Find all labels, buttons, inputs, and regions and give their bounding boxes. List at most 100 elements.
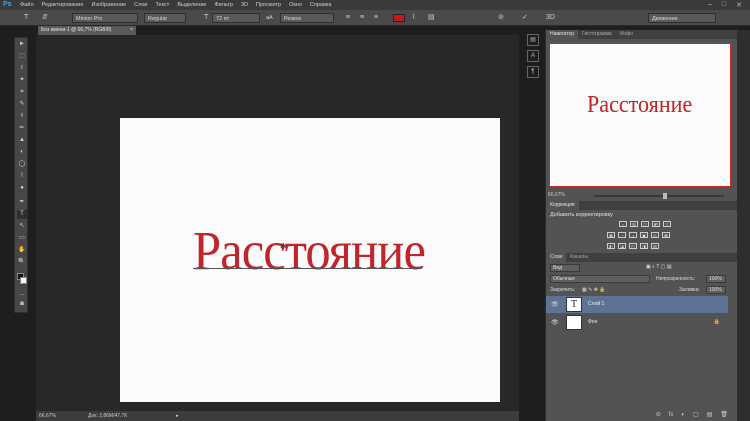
curves-icon[interactable]: ◫ [641, 221, 649, 227]
layer-filter-icons[interactable]: ▣ ◐ T ▢ ▤ [646, 264, 672, 270]
menu-layer[interactable]: Слои [130, 0, 151, 10]
tab-adjustments[interactable]: Коррекция [546, 201, 579, 210]
workspace-select[interactable]: Движение [648, 13, 716, 23]
gradient-map-icon[interactable]: ◨ [640, 243, 648, 249]
layer-style-icon[interactable]: fx [669, 410, 674, 421]
menu-view[interactable]: Просмотр [252, 0, 285, 10]
background-color[interactable] [20, 277, 27, 284]
blur-tool-icon[interactable]: ● [17, 184, 27, 193]
hand-tool-icon[interactable]: ✋ [17, 246, 27, 255]
navigator-zoom-slider[interactable] [594, 193, 724, 199]
status-zoom[interactable]: 66,67% [39, 411, 56, 421]
color-lookup-icon[interactable]: ▩ [662, 232, 670, 238]
eye-icon[interactable]: 👁 [551, 319, 559, 326]
canvas-text-layer[interactable]: Расстояние [193, 219, 426, 282]
crop-tool-icon[interactable]: ⌗ [17, 88, 27, 97]
menu-edit[interactable]: Редактирование [38, 0, 88, 10]
mask-icon[interactable]: ▢ [693, 410, 699, 421]
close-icon[interactable]: ✕ [736, 1, 742, 9]
type-tool-icon[interactable]: T [24, 13, 28, 23]
vibrance-icon[interactable]: ▽ [663, 221, 671, 227]
selective-color-icon[interactable]: ▨ [651, 243, 659, 249]
commit-icon[interactable]: ✓ [522, 13, 528, 23]
color-swatches[interactable] [17, 273, 27, 285]
marquee-tool-icon[interactable]: ⬚ [17, 52, 27, 61]
link-layers-icon[interactable]: ⊝ [656, 410, 661, 421]
tab-layers[interactable]: Слои [546, 253, 567, 262]
tab-histogram[interactable]: Гистограмма [578, 30, 616, 39]
document-canvas[interactable]: Расстояние ✱ [120, 118, 500, 402]
navigator-zoom-thumb[interactable] [663, 193, 668, 199]
posterize-icon[interactable]: ◪ [618, 243, 626, 249]
menu-help[interactable]: Справка [306, 0, 336, 10]
lock-icons[interactable]: ▦ ✎ ✥ 🔒 [582, 287, 606, 293]
new-layer-icon[interactable]: ▤ [707, 410, 713, 421]
maximize-icon[interactable]: □ [722, 1, 726, 9]
layer-name[interactable]: Фон [588, 319, 597, 325]
align-right-icon[interactable]: ≡ [374, 13, 378, 23]
3d-text-icon[interactable]: 3D [546, 13, 555, 23]
history-panel-icon[interactable]: ▤ [527, 34, 539, 46]
align-left-icon[interactable]: ≡ [346, 13, 350, 23]
rectangle-tool-icon[interactable]: ▭ [17, 234, 27, 243]
trash-icon[interactable]: 🗑 [720, 410, 728, 421]
opacity-input[interactable]: 100% [706, 275, 726, 283]
black-white-icon[interactable]: ◑ [629, 232, 637, 238]
gradient-tool-icon[interactable]: ⌇ [17, 172, 27, 181]
blend-mode-select[interactable]: Обычные [550, 275, 650, 283]
text-color-swatch[interactable] [393, 14, 405, 22]
exposure-icon[interactable]: ◩ [652, 221, 660, 227]
menu-select[interactable]: Выделение [173, 0, 210, 10]
minimize-icon[interactable]: – [708, 1, 712, 9]
align-center-icon[interactable]: ≡ [360, 13, 364, 23]
paragraph-panel-icon[interactable]: ¶ [527, 66, 539, 78]
menu-image[interactable]: Изображение [87, 0, 130, 10]
font-family-select[interactable]: Minion Pro [72, 13, 138, 23]
zoom-tool-icon[interactable]: 🔍 [17, 258, 27, 267]
menu-type[interactable]: Текст [151, 0, 173, 10]
navigator-zoom-value[interactable]: 66,67% [548, 191, 565, 200]
layer-filter-select[interactable]: Вид [550, 264, 580, 272]
lasso-tool-icon[interactable]: ℓ [17, 64, 27, 73]
document-tab[interactable]: Без имени-1 @ 66,7% (RGB/8) × [38, 26, 136, 35]
eye-icon[interactable]: 👁 [551, 301, 559, 308]
path-selection-tool-icon[interactable]: ↖ [17, 222, 27, 231]
clone-stamp-tool-icon[interactable]: ▲ [17, 136, 27, 145]
antialias-select[interactable]: Резкое [280, 13, 334, 23]
layer-row-background[interactable]: 👁 Фон 🔒 [546, 314, 728, 331]
type-tool-icon[interactable]: T [17, 210, 27, 219]
color-balance-icon[interactable]: ◔ [618, 232, 626, 238]
fill-input[interactable]: 100% [706, 286, 726, 294]
panels-scrollbar[interactable] [737, 30, 750, 421]
character-panel-icon[interactable]: ▤ [428, 13, 435, 23]
font-style-select[interactable]: Regular [144, 13, 186, 23]
eraser-tool-icon[interactable]: ◯ [17, 160, 27, 169]
warp-text-icon[interactable]: ⌇ [412, 13, 415, 23]
photo-filter-icon[interactable]: ▣ [640, 232, 648, 238]
channel-mixer-icon[interactable]: ◎ [651, 232, 659, 238]
move-tool-icon[interactable]: ► [17, 40, 27, 49]
menu-window[interactable]: Окно [285, 0, 306, 10]
quick-mask-icon[interactable]: ◙ [17, 300, 27, 309]
healing-brush-tool-icon[interactable]: ⚕ [17, 112, 27, 121]
eyedropper-tool-icon[interactable]: ✎ [17, 100, 27, 109]
menu-3d[interactable]: 3D [237, 0, 252, 10]
pen-tool-icon[interactable]: ✒ [17, 198, 27, 207]
canvas-workspace[interactable]: Расстояние ✱ [36, 35, 519, 411]
levels-icon[interactable]: ▥ [630, 221, 638, 227]
status-arrow-icon[interactable]: ▸ [176, 411, 179, 421]
tab-channels[interactable]: Каналы [566, 253, 592, 262]
properties-panel-icon[interactable]: A [527, 50, 539, 62]
layer-row-text[interactable]: 👁 T Слой 1 [546, 296, 728, 313]
brightness-icon[interactable]: ☼ [619, 221, 627, 227]
magic-wand-tool-icon[interactable]: ✦ [17, 76, 27, 85]
threshold-icon[interactable]: ◰ [629, 243, 637, 249]
cancel-icon[interactable]: ⊘ [498, 13, 504, 23]
font-size-select[interactable]: 72 пт [212, 13, 260, 23]
navigator-preview[interactable]: Расстояние [549, 43, 731, 187]
hue-saturation-icon[interactable]: ▦ [607, 232, 615, 238]
tab-info[interactable]: Инфо [616, 30, 637, 39]
adjustment-layer-icon[interactable]: ◐ [681, 410, 685, 421]
edit-toolbar-icon[interactable]: … [17, 290, 27, 299]
layer-name[interactable]: Слой 1 [588, 301, 604, 307]
